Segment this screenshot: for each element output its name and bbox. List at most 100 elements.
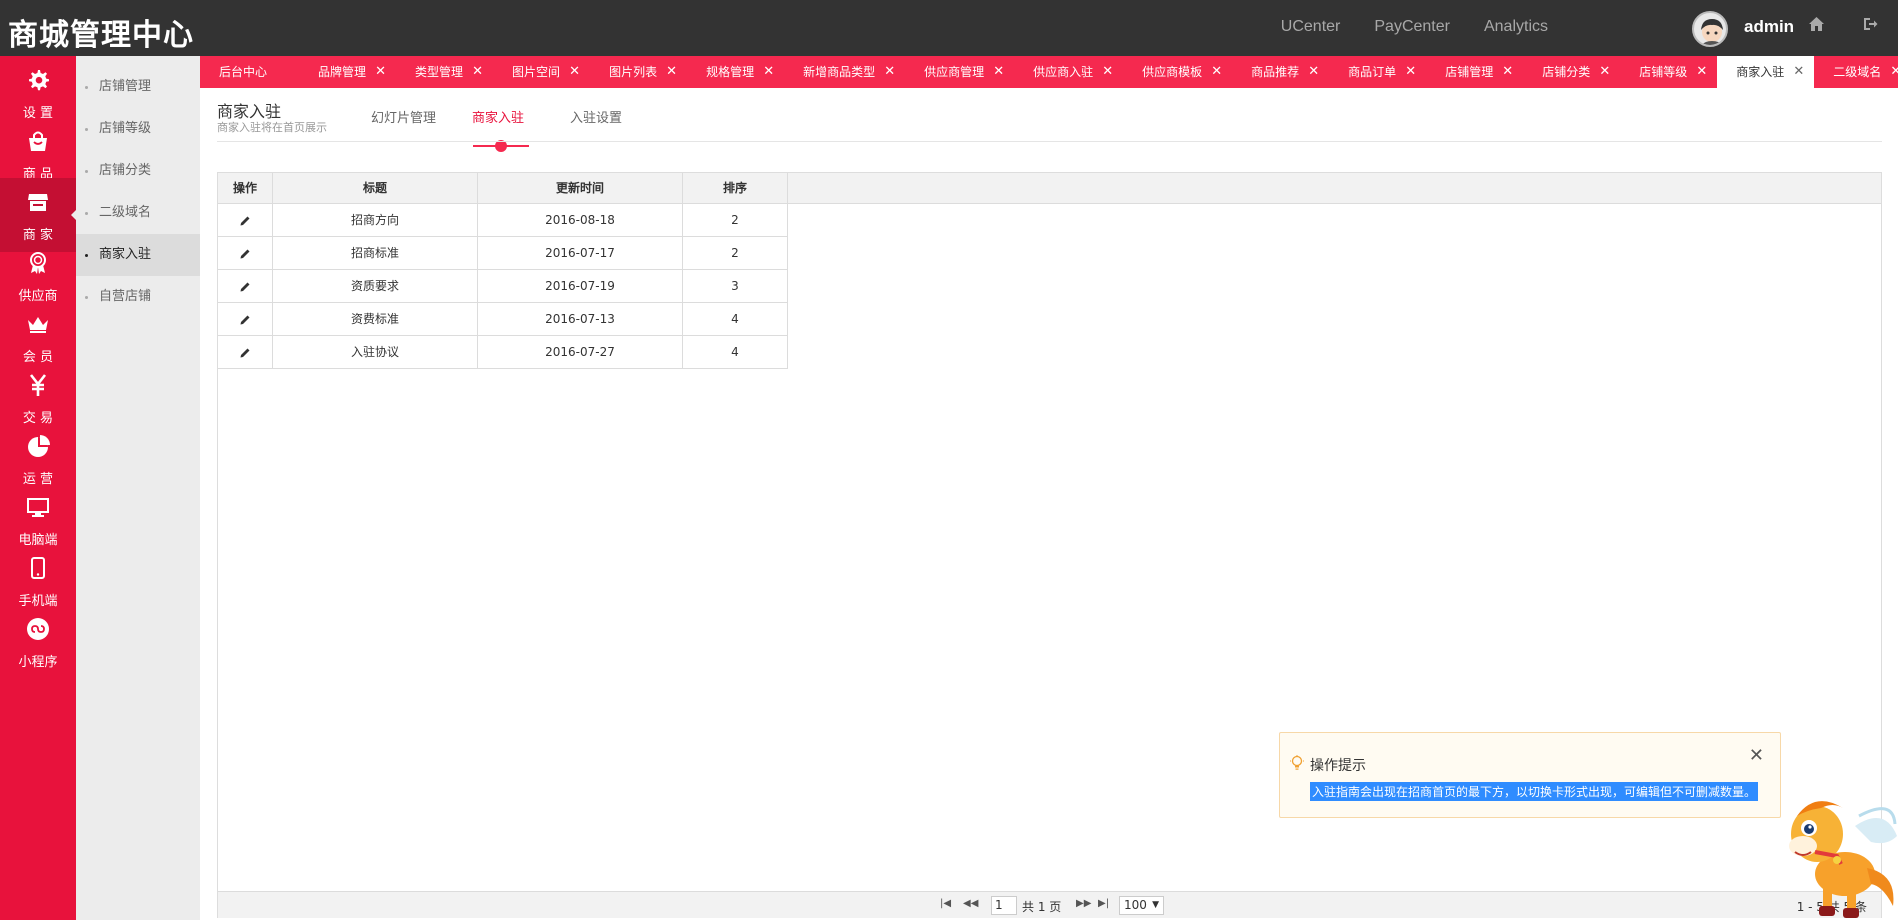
table-row: 资质要求 2016-07-19 3 — [218, 270, 788, 303]
admin-username[interactable]: admin — [1744, 17, 1794, 37]
pagination-bar: |◀ ◀◀ 1 共 1 页 ▶▶ ▶| 100▼ 1 - 5 共 5 条 — [218, 891, 1881, 918]
first-page-icon[interactable]: |◀ — [940, 898, 951, 909]
tab-goods-recommend[interactable]: 商品推荐 ✕ — [1232, 56, 1329, 88]
row-action — [218, 237, 273, 270]
total-pages-label: 共 1 页 — [1022, 900, 1062, 914]
row-action — [218, 204, 273, 237]
store-icon — [28, 194, 48, 211]
close-icon[interactable]: ✕ — [1599, 56, 1610, 88]
logout-icon[interactable] — [1862, 16, 1878, 36]
close-icon[interactable]: ✕ — [569, 56, 580, 88]
monitor-icon — [27, 498, 49, 517]
tip-text: 入驻指南会出现在招商首页的最下方，以切换卡形式出现，可编辑但不可删减数量。 — [1310, 782, 1759, 801]
tab-new-goods-type[interactable]: 新增商品类型 ✕ — [784, 56, 905, 88]
row-title: 招商标准 — [273, 237, 478, 270]
sidebar-item-miniapp[interactable]: 小程序 — [0, 605, 76, 679]
close-icon[interactable]: ✕ — [1793, 56, 1804, 88]
col-header-sort[interactable]: 排序 — [683, 173, 788, 204]
tab-goods-order[interactable]: 商品订单 ✕ — [1329, 56, 1426, 88]
divider — [217, 141, 1882, 142]
col-header-updated[interactable]: 更新时间 — [478, 173, 683, 204]
top-nav-paycenter[interactable]: PayCenter — [1374, 18, 1450, 36]
tab-store-category[interactable]: 店铺分类 ✕ — [1523, 56, 1620, 88]
edit-icon[interactable] — [238, 247, 252, 261]
tab-bar: 后台中心 品牌管理 ✕ 类型管理 ✕ 图片空间 ✕ 图片列表 ✕ 规格管理 ✕ 新增商品类… — [200, 56, 1898, 88]
subnav-item-subdomain[interactable]: 二级域名 — [76, 192, 200, 234]
home-icon[interactable] — [1808, 16, 1825, 36]
edit-icon[interactable] — [238, 346, 252, 360]
close-icon[interactable]: ✕ — [1102, 56, 1113, 88]
subnav-item-store-manage[interactable]: 店铺管理 — [76, 66, 200, 108]
row-sort: 2 — [683, 237, 788, 270]
page-size-select[interactable]: 100 ▼ — [1119, 896, 1164, 915]
close-icon[interactable]: ✕ — [1749, 745, 1764, 766]
tab-dashboard[interactable]: 后台中心 — [200, 56, 299, 88]
top-nav-analytics[interactable]: Analytics — [1484, 18, 1548, 36]
row-date: 2016-07-13 — [478, 303, 683, 336]
close-icon[interactable]: ✕ — [1405, 56, 1416, 88]
miniapp-icon — [27, 618, 49, 640]
grid-header: 操作 标题 更新时间 排序 — [218, 173, 1881, 204]
tab-store-level[interactable]: 店铺等级 ✕ — [1620, 56, 1717, 88]
close-icon[interactable]: ✕ — [1308, 56, 1319, 88]
tab-type[interactable]: 类型管理 ✕ — [396, 56, 493, 88]
col-header-action[interactable]: 操作 — [218, 173, 273, 204]
phone-icon — [31, 557, 45, 579]
tab-supplier-join[interactable]: 供应商入驻 ✕ — [1014, 56, 1123, 88]
subnav-item-merchant-join[interactable]: 商家入驻 — [76, 234, 200, 276]
tab-brand[interactable]: 品牌管理 ✕ — [299, 56, 396, 88]
last-page-icon[interactable]: ▶| — [1098, 898, 1109, 909]
close-icon[interactable]: ✕ — [884, 56, 895, 88]
row-action — [218, 336, 273, 369]
col-header-title[interactable]: 标题 — [273, 173, 478, 204]
tab-merchant-join[interactable]: 商家入驻 ✕ — [1717, 56, 1815, 88]
prev-page-icon[interactable]: ◀◀ — [963, 898, 978, 909]
tab-subdomain[interactable]: 二级域名 ✕ — [1814, 56, 1898, 88]
bag-icon — [29, 131, 47, 151]
edit-icon[interactable] — [238, 214, 252, 228]
close-icon[interactable]: ✕ — [763, 56, 774, 88]
edit-icon[interactable] — [238, 280, 252, 294]
top-nav: UCenter PayCenter Analytics — [1281, 18, 1548, 36]
avatar[interactable] — [1692, 11, 1728, 47]
tab-merchant-join-section[interactable]: 商家入驻 — [472, 107, 524, 126]
operation-tip-panel: 操作提示 ✕ 入驻指南会出现在招商首页的最下方，以切换卡形式出现，可编辑但不可删… — [1279, 732, 1781, 818]
row-action — [218, 303, 273, 336]
table-row: 招商方向 2016-08-18 2 — [218, 204, 788, 237]
close-icon[interactable]: ✕ — [1696, 56, 1707, 88]
tab-image-list[interactable]: 图片列表 ✕ — [590, 56, 687, 88]
row-title: 资费标准 — [273, 303, 478, 336]
close-icon[interactable]: ✕ — [472, 56, 483, 88]
subnav-item-store-category[interactable]: 店铺分类 — [76, 150, 200, 192]
chevron-down-icon: ▼ — [1152, 900, 1159, 910]
close-icon[interactable]: ✕ — [993, 56, 1004, 88]
horse-mascot-icon[interactable] — [1775, 786, 1898, 920]
close-icon[interactable]: ✕ — [1502, 56, 1513, 88]
tab-supplier-manage[interactable]: 供应商管理 ✕ — [905, 56, 1014, 88]
table-row: 入驻协议 2016-07-27 4 — [218, 336, 788, 369]
close-icon[interactable]: ✕ — [1890, 56, 1898, 88]
subnav-item-store-level[interactable]: 店铺等级 — [76, 108, 200, 150]
row-title: 招商方向 — [273, 204, 478, 237]
close-icon[interactable]: ✕ — [375, 56, 386, 88]
tab-supplier-template[interactable]: 供应商模板 ✕ — [1123, 56, 1232, 88]
tip-title: 操作提示 — [1310, 758, 1366, 774]
gear-icon — [29, 70, 49, 91]
tab-store-manage[interactable]: 店铺管理 ✕ — [1426, 56, 1523, 88]
row-sort: 3 — [683, 270, 788, 303]
tab-join-settings[interactable]: 入驻设置 — [570, 107, 622, 126]
tab-image-space[interactable]: 图片空间 ✕ — [493, 56, 590, 88]
edit-icon[interactable] — [238, 313, 252, 327]
top-nav-ucenter[interactable]: UCenter — [1281, 18, 1341, 36]
app-logo: 商城管理中心 — [8, 18, 194, 53]
tab-spec[interactable]: 规格管理 ✕ — [687, 56, 784, 88]
close-icon[interactable]: ✕ — [666, 56, 677, 88]
row-sort: 4 — [683, 336, 788, 369]
lightbulb-icon — [1290, 755, 1304, 770]
tab-slides[interactable]: 幻灯片管理 — [371, 107, 436, 126]
page-number-input[interactable]: 1 — [991, 896, 1017, 915]
row-title: 入驻协议 — [273, 336, 478, 369]
next-page-icon[interactable]: ▶▶ — [1076, 898, 1091, 909]
subnav-item-self-store[interactable]: 自营店铺 — [76, 276, 200, 318]
close-icon[interactable]: ✕ — [1211, 56, 1222, 88]
